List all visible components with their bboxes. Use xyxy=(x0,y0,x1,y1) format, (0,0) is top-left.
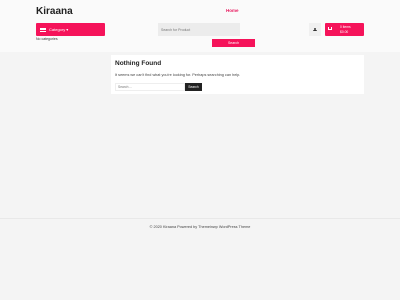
page-title: Nothing Found xyxy=(115,60,162,67)
category-label: Category xyxy=(49,27,66,32)
site-header: Kiraana Home Category ▾ No categories Se… xyxy=(0,0,400,52)
no-results-card: Nothing Found It seems we can't find wha… xyxy=(111,55,364,94)
chevron-down-icon: ▾ xyxy=(66,27,69,32)
search-button[interactable]: Search xyxy=(185,83,202,91)
menu-icon xyxy=(40,27,46,32)
cart-items-count: 0 items xyxy=(340,25,351,29)
nav-home-link[interactable]: Home xyxy=(226,8,239,13)
cart-icon xyxy=(328,27,332,30)
footer-divider xyxy=(0,218,400,219)
user-icon xyxy=(313,27,317,32)
category-button[interactable]: Category ▾ xyxy=(36,23,105,36)
account-button[interactable] xyxy=(309,23,321,36)
footer-credits: © 2020 Kiraana Powered by Themeinwp Word… xyxy=(149,225,251,229)
cart-total: $0.00 xyxy=(340,30,349,34)
header-search-button[interactable]: Search xyxy=(212,39,255,47)
cart-button[interactable]: 0 items $0.00 xyxy=(325,23,364,36)
search-input[interactable] xyxy=(115,83,185,91)
site-title[interactable]: Kiraana xyxy=(36,6,73,17)
no-categories-text: No categories xyxy=(36,37,58,41)
header-search-input[interactable] xyxy=(158,23,240,36)
no-results-message: It seems we can't find what you're looki… xyxy=(115,73,241,77)
